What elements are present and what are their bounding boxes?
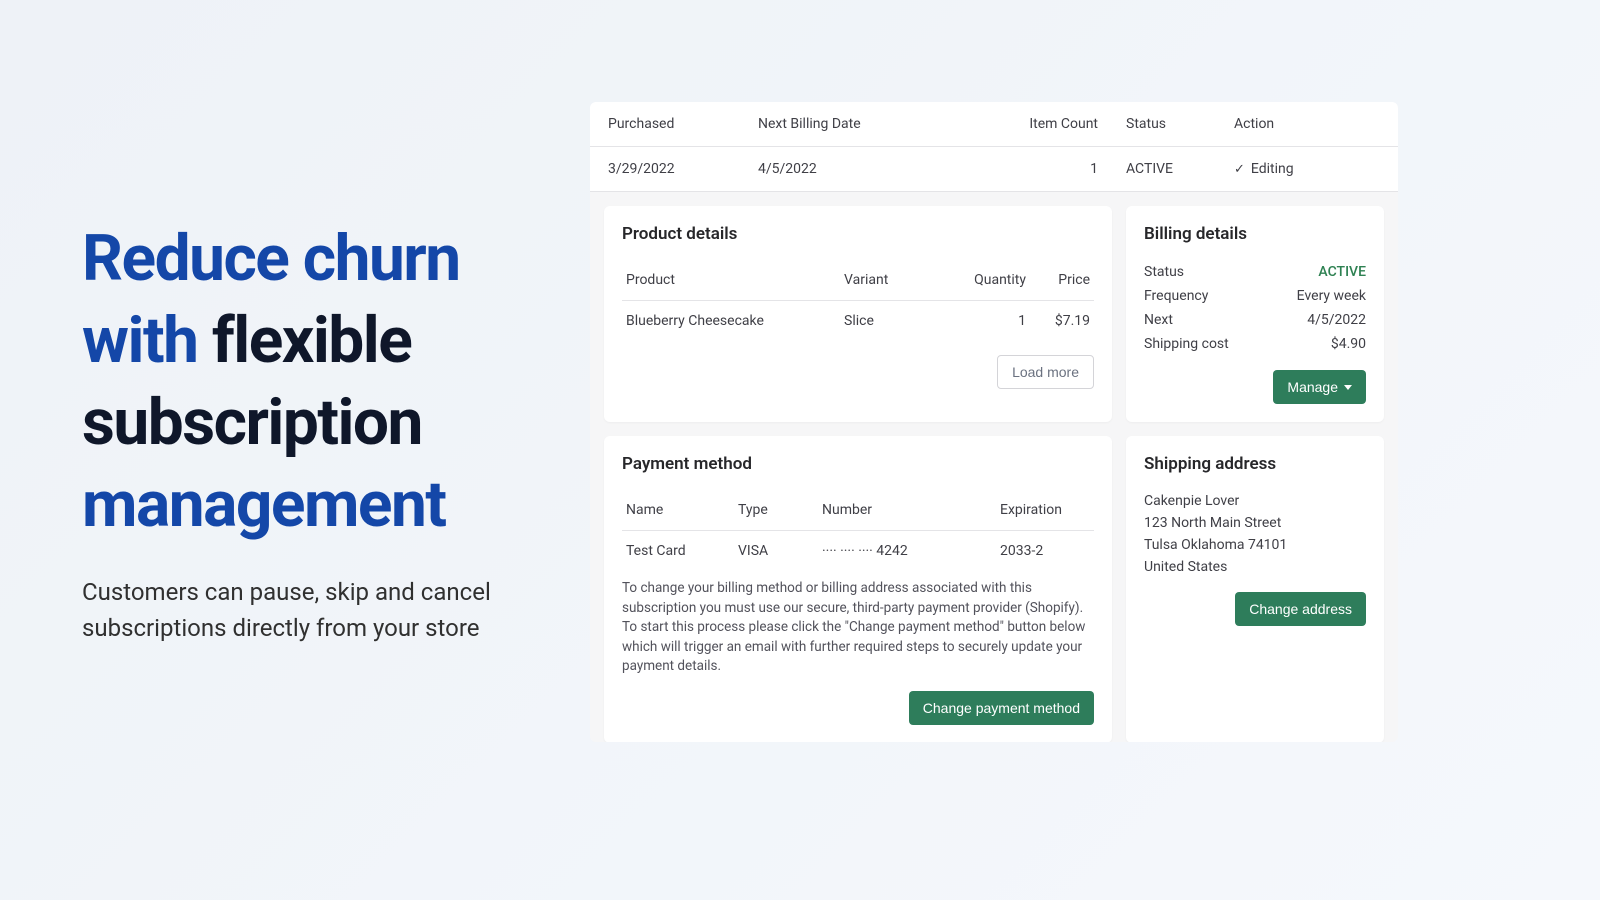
td-product: Blueberry Cheesecake <box>622 301 840 341</box>
hero: Reduce churn with flexible subscription … <box>82 218 562 646</box>
load-more-button[interactable]: Load more <box>997 355 1094 389</box>
billing-label: Status <box>1144 264 1184 280</box>
td-type: VISA <box>738 543 822 559</box>
billing-row-next: Next 4/5/2022 <box>1144 308 1366 332</box>
td-number: ···· ···· ···· 4242 <box>822 543 1000 559</box>
caret-down-icon <box>1344 385 1352 390</box>
billing-label: Shipping cost <box>1144 336 1229 352</box>
payment-data-row: Test Card VISA ···· ···· ···· 4242 2033-… <box>622 531 1094 571</box>
product-details-title: Product details <box>622 224 1094 244</box>
manage-button[interactable]: Manage <box>1273 370 1366 404</box>
th-expiration: Expiration <box>1000 502 1090 518</box>
th-number: Number <box>822 502 1000 518</box>
td-name: Test Card <box>626 543 738 559</box>
product-details-card: Product details Product Variant Quantity… <box>604 206 1112 422</box>
summary-header-row: Purchased Next Billing Date Item Count S… <box>590 102 1398 147</box>
td-quantity: 1 <box>960 301 1030 341</box>
product-table-header: Product Variant Quantity Price <box>622 260 1094 301</box>
billing-row-shipcost: Shipping cost $4.90 <box>1144 332 1366 356</box>
payment-method-title: Payment method <box>622 454 1094 474</box>
th-variant: Variant <box>840 260 960 300</box>
ship-line-name: Cakenpie Lover <box>1144 490 1366 512</box>
subscription-panel: Purchased Next Billing Date Item Count S… <box>590 102 1398 742</box>
td-price: $7.19 <box>1030 301 1094 341</box>
product-table: Product Variant Quantity Price Blueberry… <box>622 260 1094 341</box>
action-label: Editing <box>1251 161 1294 177</box>
th-price: Price <box>1030 260 1094 300</box>
payment-header-row: Name Type Number Expiration <box>622 490 1094 531</box>
ship-line-street: 123 North Main Street <box>1144 512 1366 534</box>
payment-note: To change your billing method or billing… <box>622 579 1094 677</box>
th-name: Name <box>626 502 738 518</box>
billing-details-card: Billing details Status ACTIVE Frequency … <box>1126 206 1384 422</box>
shipping-address-card: Shipping address Cakenpie Lover 123 Nort… <box>1126 436 1384 742</box>
col-header-purchased: Purchased <box>608 116 758 132</box>
status-value: ACTIVE <box>1098 161 1218 177</box>
change-payment-button[interactable]: Change payment method <box>909 691 1094 725</box>
th-quantity: Quantity <box>960 260 1030 300</box>
summary-data-row: 3/29/2022 4/5/2022 1 ACTIVE ✓ Editing <box>590 147 1398 191</box>
change-address-button[interactable]: Change address <box>1235 592 1366 626</box>
billing-details-title: Billing details <box>1144 224 1366 244</box>
action-cell[interactable]: ✓ Editing <box>1218 161 1380 177</box>
col-header-status: Status <box>1098 116 1218 132</box>
billing-value: Every week <box>1297 288 1366 304</box>
td-expiration: 2033-2 <box>1000 543 1090 559</box>
th-product: Product <box>622 260 840 300</box>
item-count-value: 1 <box>1018 161 1098 177</box>
billing-row-frequency: Frequency Every week <box>1144 284 1366 308</box>
summary-bar: Purchased Next Billing Date Item Count S… <box>590 102 1398 192</box>
col-header-action: Action <box>1218 116 1380 132</box>
billing-value: 4/5/2022 <box>1307 312 1366 328</box>
ship-line-country: United States <box>1144 556 1366 578</box>
hero-title: Reduce churn with flexible subscription … <box>82 218 562 546</box>
purchased-value: 3/29/2022 <box>608 161 758 177</box>
billing-row-status: Status ACTIVE <box>1144 260 1366 284</box>
td-variant: Slice <box>840 301 960 341</box>
shipping-address-title: Shipping address <box>1144 454 1366 474</box>
billing-value: $4.90 <box>1331 336 1366 352</box>
next-billing-value: 4/5/2022 <box>758 161 1018 177</box>
payment-table: Name Type Number Expiration Test Card VI… <box>622 490 1094 571</box>
product-row: Blueberry Cheesecake Slice 1 $7.19 <box>622 301 1094 341</box>
th-type: Type <box>738 502 822 518</box>
hero-line2b: management <box>82 467 445 542</box>
col-header-next: Next Billing Date <box>758 116 1018 132</box>
billing-value-active: ACTIVE <box>1318 264 1366 280</box>
manage-label: Manage <box>1287 379 1338 395</box>
col-header-count: Item Count <box>1018 116 1098 132</box>
ship-line-city: Tulsa Oklahoma 74101 <box>1144 534 1366 556</box>
check-icon: ✓ <box>1234 162 1245 177</box>
hero-subtitle: Customers can pause, skip and cancel sub… <box>82 574 562 646</box>
billing-label: Next <box>1144 312 1173 328</box>
payment-method-card: Payment method Name Type Number Expirati… <box>604 436 1112 742</box>
billing-label: Frequency <box>1144 288 1208 304</box>
